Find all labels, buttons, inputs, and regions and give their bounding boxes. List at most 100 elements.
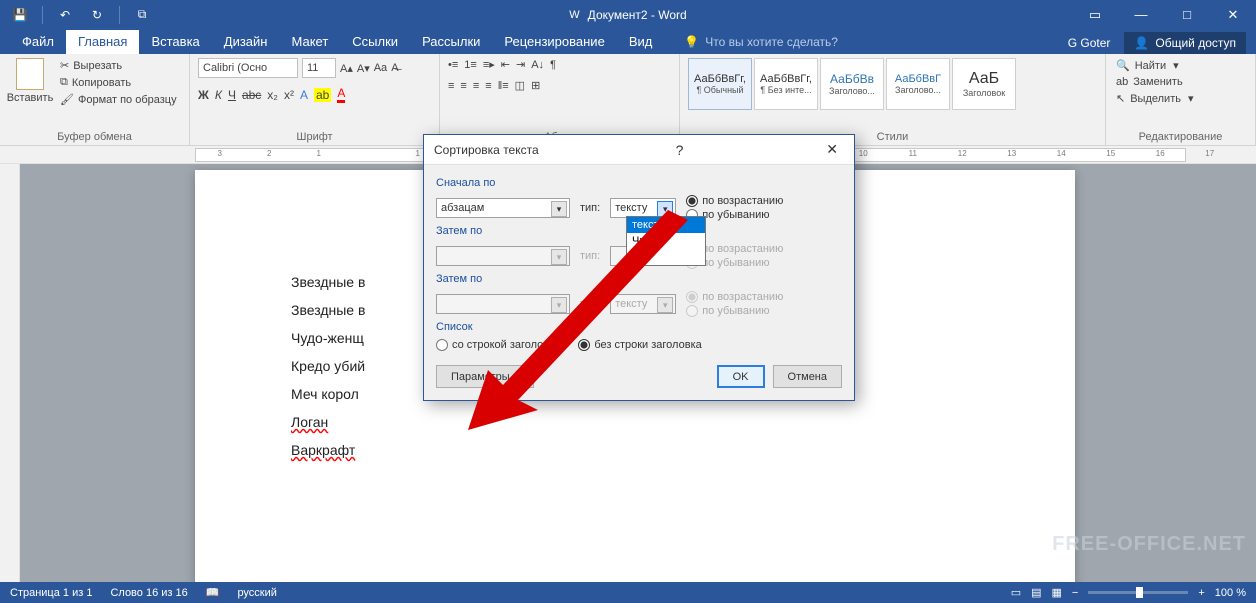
underline-button[interactable]: Ч — [228, 88, 236, 102]
sort-type-dropdown[interactable]: текстуЧислоД — [626, 216, 706, 266]
radio-with-header[interactable]: со строкой заголовка — [436, 339, 560, 351]
zoom-out-icon[interactable]: − — [1072, 587, 1078, 599]
ribbon-display-icon[interactable]: ▭ — [1072, 0, 1118, 29]
share-button[interactable]: 👤 Общий доступ — [1124, 32, 1246, 54]
style-item[interactable]: АаБбВвГЗаголово... — [886, 58, 950, 110]
save-icon[interactable]: 💾 — [6, 3, 34, 27]
highlight-icon[interactable]: ab — [314, 88, 331, 102]
format-painter-button[interactable]: 🖌Формат по образцу — [58, 92, 179, 107]
tab-view[interactable]: Вид — [617, 30, 665, 54]
tab-mailings[interactable]: Рассылки — [410, 30, 492, 54]
align-center-icon[interactable]: ≡ — [460, 80, 466, 92]
sort-type-combo-1[interactable]: тексту — [610, 198, 676, 218]
replace-button[interactable]: abЗаменить — [1114, 75, 1247, 89]
font-size-combo[interactable]: 11 — [302, 58, 336, 78]
document-line[interactable]: Меч корол — [291, 380, 365, 408]
text-effects-icon[interactable]: A — [300, 88, 308, 102]
document-line[interactable]: Варкрафт — [291, 436, 365, 464]
zoom-slider[interactable] — [1088, 591, 1188, 594]
align-left-icon[interactable]: ≡ — [448, 80, 454, 92]
tab-review[interactable]: Рецензирование — [492, 30, 616, 54]
borders-icon[interactable]: ⊞ — [531, 79, 540, 92]
shrink-font-icon[interactable]: A▾ — [357, 62, 370, 75]
user-name[interactable]: G Goter — [1068, 36, 1111, 50]
radio-asc-1[interactable]: по возрастанию — [686, 195, 783, 207]
tab-home[interactable]: Главная — [66, 30, 139, 54]
vertical-ruler[interactable] — [0, 164, 20, 582]
status-page[interactable]: Страница 1 из 1 — [10, 587, 92, 599]
style-item[interactable]: АаБбВвЗаголово... — [820, 58, 884, 110]
redo-icon[interactable]: ↻ — [83, 3, 111, 27]
dialog-titlebar[interactable]: Сортировка текста ? ✕ — [424, 135, 854, 165]
tab-layout[interactable]: Макет — [279, 30, 340, 54]
bold-button[interactable]: Ж — [198, 88, 209, 102]
close-icon[interactable]: ✕ — [1210, 0, 1256, 29]
italic-button[interactable]: К — [215, 88, 222, 102]
status-words[interactable]: Слово 16 из 16 — [110, 587, 187, 599]
multilevel-icon[interactable]: ≡▸ — [483, 58, 495, 71]
bullets-icon[interactable]: •≡ — [448, 59, 458, 71]
tab-references[interactable]: Ссылки — [340, 30, 410, 54]
change-case-icon[interactable]: Aa — [374, 62, 387, 74]
font-name-combo[interactable]: Calibri (Осно — [198, 58, 298, 78]
dropdown-option[interactable]: Число — [627, 233, 705, 249]
strike-button[interactable]: abc — [242, 88, 261, 102]
copy-icon: ⧉ — [60, 76, 68, 89]
options-button[interactable]: Параметры... — [436, 365, 534, 388]
justify-icon[interactable]: ≡ — [485, 80, 491, 92]
grow-font-icon[interactable]: A▴ — [340, 62, 353, 75]
style-item[interactable]: АаБЗаголовок — [952, 58, 1016, 110]
document-line[interactable]: Звездные в — [291, 268, 365, 296]
then-by-combo-1[interactable] — [436, 246, 570, 266]
tab-design[interactable]: Дизайн — [212, 30, 280, 54]
line-spacing-icon[interactable]: ‖≡ — [498, 80, 509, 92]
dialog-title: Сортировка текста — [434, 143, 539, 157]
dropdown-option[interactable]: Д — [627, 249, 705, 265]
decrease-indent-icon[interactable]: ⇤ — [501, 58, 510, 71]
document-line[interactable]: Кредо убий — [291, 352, 365, 380]
find-button[interactable]: 🔍Найти▾ — [1114, 58, 1247, 73]
document-line[interactable]: Звездные в — [291, 296, 365, 324]
ok-button[interactable]: OK — [717, 365, 765, 388]
superscript-icon[interactable]: x² — [284, 88, 294, 102]
sort-by-combo[interactable]: абзацам — [436, 198, 570, 218]
sort-icon[interactable]: A↓ — [531, 59, 544, 71]
dialog-close-icon[interactable]: ✕ — [820, 141, 844, 158]
cancel-button[interactable]: Отмена — [773, 365, 842, 388]
touch-mode-icon[interactable]: ⧉ — [128, 3, 156, 27]
spellcheck-icon[interactable]: 📖 — [206, 586, 220, 599]
styles-gallery[interactable]: АаБбВвГг,¶ ОбычныйАаБбВвГг,¶ Без инте...… — [688, 58, 1097, 110]
maximize-icon[interactable]: □ — [1164, 0, 1210, 29]
document-line[interactable]: Логан — [291, 408, 365, 436]
tell-me-search[interactable]: 💡 Что вы хотите сделать? — [684, 35, 838, 54]
increase-indent-icon[interactable]: ⇥ — [516, 58, 525, 71]
undo-icon[interactable]: ↶ — [51, 3, 79, 27]
zoom-in-icon[interactable]: + — [1198, 587, 1204, 599]
view-read-icon[interactable]: ▭ — [1011, 586, 1021, 599]
document-text[interactable]: Звездные вЗвездные вЧудо-женщКредо убийМ… — [291, 268, 365, 464]
subscript-icon[interactable]: x₂ — [267, 88, 278, 102]
copy-button[interactable]: ⧉Копировать — [58, 75, 179, 90]
view-print-icon[interactable]: ▤ — [1031, 586, 1041, 599]
dropdown-option[interactable]: тексту — [627, 217, 705, 233]
tab-file[interactable]: Файл — [10, 30, 66, 54]
zoom-level[interactable]: 100 % — [1215, 587, 1246, 599]
view-web-icon[interactable]: ▦ — [1052, 586, 1062, 599]
cut-button[interactable]: ✂Вырезать — [58, 58, 179, 73]
show-marks-icon[interactable]: ¶ — [550, 59, 556, 71]
style-item[interactable]: АаБбВвГг,¶ Без инте... — [754, 58, 818, 110]
tab-insert[interactable]: Вставка — [139, 30, 211, 54]
radio-without-header[interactable]: без строки заголовка — [578, 339, 701, 351]
paste-button[interactable]: Вставить — [8, 58, 52, 107]
align-right-icon[interactable]: ≡ — [473, 80, 479, 92]
document-line[interactable]: Чудо-женщ — [291, 324, 365, 352]
minimize-icon[interactable]: — — [1118, 0, 1164, 29]
select-button[interactable]: ↖Выделить▾ — [1114, 91, 1247, 106]
style-item[interactable]: АаБбВвГг,¶ Обычный — [688, 58, 752, 110]
shading-icon[interactable]: ◫ — [515, 79, 525, 92]
status-language[interactable]: русский — [237, 587, 276, 599]
font-color-icon[interactable]: A — [337, 86, 345, 103]
numbering-icon[interactable]: 1≡ — [464, 59, 477, 71]
clear-format-icon[interactable]: A̶ — [391, 62, 398, 74]
dialog-help-icon[interactable]: ? — [670, 142, 690, 158]
